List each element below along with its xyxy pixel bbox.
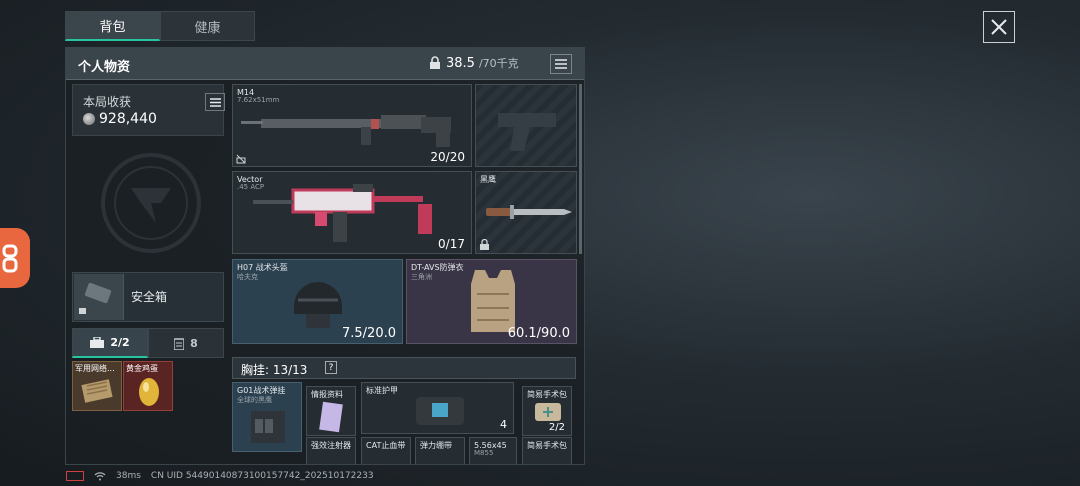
item-count: 4 [500, 418, 507, 431]
slot-chest-rig[interactable]: G01战术弹挂 全球的黑鹰 [232, 382, 302, 452]
helmet-name: H07 战术头盔 [237, 263, 288, 272]
item-name: 黄金鸡蛋 [126, 364, 158, 373]
round-income-card: 本局收获 928,440 [72, 84, 225, 136]
chest-rig-icon [251, 411, 285, 443]
slot-pistol[interactable] [475, 84, 577, 167]
item-surgery-kit-2[interactable]: 简易手术包 [522, 437, 572, 464]
lock-weight-icon [430, 56, 440, 69]
item-name: 强效注射器 [311, 441, 351, 450]
toolbox-icon [90, 337, 105, 348]
tab-bag[interactable]: 8 [148, 328, 224, 358]
armor-kit-icon [416, 397, 464, 425]
floating-app-icon [2, 244, 18, 273]
weapons-scrollbar[interactable] [579, 84, 582, 254]
item-name: 简易手术包 [527, 441, 567, 450]
panel-list-button[interactable] [550, 54, 572, 74]
tab-backpack[interactable]: 背包 [65, 11, 160, 41]
bag-count: 8 [190, 336, 198, 350]
income-value: 928,440 [83, 111, 157, 127]
income-amount: 928,440 [99, 111, 157, 127]
ammo-count: 0/17 [438, 237, 465, 251]
coin-icon [83, 113, 95, 125]
item-name: 军用网络... [75, 364, 115, 373]
rig-sub: 全球的黑鹰 [237, 396, 272, 404]
slot-body-armor[interactable]: DT-AVS防弹衣 三角洲 60.1/90.0 [406, 259, 577, 344]
item-sub: M855 [474, 449, 494, 457]
item-elastic-bandage[interactable]: 弹力绷带 [415, 437, 465, 464]
status-bar: 38ms CN UID 54490140873100157742_2025101… [66, 471, 374, 481]
armor-name: DT-AVS防弹衣 [411, 263, 464, 272]
melee-name: 黑鹰 [480, 175, 496, 184]
durability: 60.1/90.0 [507, 326, 570, 341]
tab-health[interactable]: 健康 [160, 11, 255, 41]
panel-title: 个人物资 [78, 60, 131, 75]
help-button[interactable]: ? [325, 361, 337, 374]
helmet-icon [294, 282, 342, 328]
panel-header: 个人物资 38.5 /70千克 [66, 48, 584, 80]
item-standard-armor-plate[interactable]: 标准护甲 4 [361, 382, 514, 434]
ammo-count: 20/20 [430, 150, 465, 164]
chest-rig-title: 胸挂: 13/13 [241, 363, 308, 377]
item-strong-injector[interactable]: 强效注射器 [306, 437, 356, 464]
item-name: 标准护甲 [366, 386, 398, 395]
item-router[interactable]: 军用网络... [72, 361, 122, 411]
side-float-button[interactable] [0, 228, 30, 288]
item-name: 情报资料 [311, 390, 343, 399]
chest-rig-header: 胸挂: 13/13 ? [232, 357, 576, 379]
faction-emblem-icon [101, 153, 201, 253]
weight-display: 38.5 /70千克 [428, 55, 519, 71]
weight-max: /70千克 [478, 57, 519, 70]
item-ammo-556[interactable]: 5.56x45 M855 [469, 437, 517, 464]
close-button[interactable] [983, 11, 1015, 43]
tab-toolbox[interactable]: 2/2 [72, 328, 148, 358]
item-golden-egg[interactable]: 黄金鸡蛋 [123, 361, 173, 411]
income-details-button[interactable] [205, 93, 225, 111]
battery-icon [66, 471, 84, 481]
knife-icon [486, 205, 572, 219]
list-icon [555, 59, 567, 69]
top-tabs: 背包 健康 [65, 11, 255, 41]
safe-box-label: 安全箱 [131, 290, 168, 304]
slot-melee[interactable]: 黑鹰 [475, 171, 577, 254]
toolbox-count: 2/2 [110, 336, 130, 349]
slot-primary-weapon[interactable]: M14 7.62x51mm 20/20 [232, 84, 472, 167]
item-count: 2/2 [548, 422, 565, 433]
unlock-icon [236, 154, 246, 164]
item-name: CAT止血带 [366, 441, 406, 450]
weight-current: 38.5 [446, 55, 475, 71]
uid-text: CN UID 54490140873100157742_202510172233 [150, 471, 374, 481]
slot-helmet[interactable]: H07 战术头盔 哈夫克 7.5/20.0 [232, 259, 403, 344]
item-intel-folder[interactable]: 情报资料 [306, 386, 356, 436]
lock-icon [480, 239, 489, 250]
safe-box-icon [79, 282, 112, 314]
rig-name: G01战术弹挂 [237, 386, 286, 395]
wifi-icon [94, 471, 106, 480]
intel-folder-icon [319, 401, 343, 433]
item-cat-tourniquet[interactable]: CAT止血带 [361, 437, 411, 464]
durability: 7.5/20.0 [342, 326, 396, 341]
income-label: 本局收获 [83, 95, 132, 109]
golden-egg-icon [139, 378, 159, 406]
item-name: 简易手术包 [527, 390, 567, 399]
router-icon [81, 379, 113, 403]
weapon-caliber: 7.62x51mm [237, 96, 280, 104]
armor-brand: 三角洲 [411, 273, 432, 281]
rifle-icon [241, 115, 451, 147]
item-name: 弹力绷带 [420, 441, 452, 450]
slot-secondary-weapon[interactable]: Vector .45 ACP 0/17 [232, 171, 472, 254]
safe-box[interactable]: 安全箱 [72, 272, 224, 322]
safe-box-slot [74, 274, 124, 320]
item-surgery-kit[interactable]: 简易手术包 2/2 [522, 386, 572, 436]
close-icon [991, 19, 1007, 35]
smg-icon [253, 184, 432, 242]
ping-text: 38ms [116, 471, 141, 481]
pistol-placeholder-icon [498, 113, 556, 151]
list-icon [209, 97, 221, 107]
helmet-brand: 哈夫克 [237, 273, 258, 281]
bag-icon [174, 337, 185, 350]
container-tabs: 2/2 8 [72, 328, 224, 358]
inventory-panel: 个人物资 38.5 /70千克 本局收获 928,440 安全箱 2/2 8 军… [65, 47, 585, 465]
